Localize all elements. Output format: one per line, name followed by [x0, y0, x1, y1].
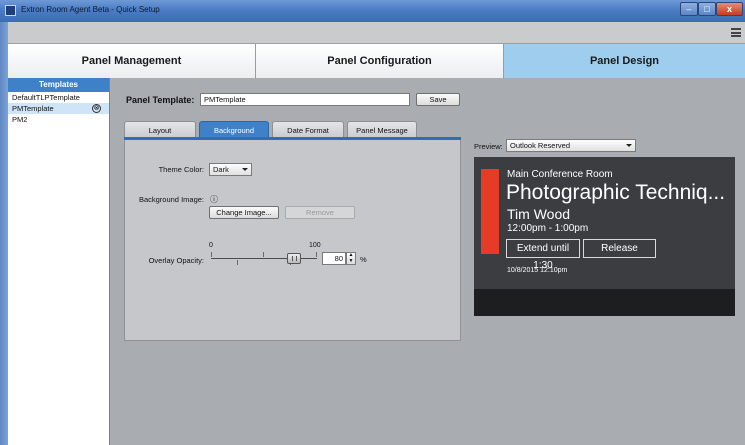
menu-icon[interactable]	[731, 28, 741, 37]
preview-room-name: Main Conference Room	[507, 169, 613, 180]
window-title-bar: Extron Room Agent Beta - Quick Setup – □…	[0, 0, 745, 22]
tab-panel-message[interactable]: Panel Message	[347, 121, 417, 138]
template-item-default[interactable]: DefaultTLPTemplate	[8, 92, 109, 103]
tab-panel-configuration[interactable]: Panel Configuration	[256, 44, 504, 78]
overlay-opacity-input[interactable]: 80	[322, 252, 346, 265]
slider-max-label: 100	[309, 242, 321, 249]
stepper-down-icon[interactable]: ▼	[347, 258, 355, 265]
change-image-button[interactable]: Change Image...	[209, 206, 279, 219]
tab-panel-management[interactable]: Panel Management	[8, 44, 256, 78]
preview-meeting-title: Photographic Techniq...	[506, 181, 726, 204]
background-image-label: Background Image:	[138, 195, 204, 204]
info-icon[interactable]: ⓘ	[210, 194, 218, 205]
overlay-opacity-slider[interactable]	[211, 258, 317, 259]
window-frame-edge	[0, 22, 8, 445]
tab-panel-design[interactable]: Panel Design	[504, 44, 745, 78]
maximize-button[interactable]: □	[698, 2, 716, 16]
tab-date-format[interactable]: Date Format	[272, 121, 344, 138]
slider-thumb[interactable]	[287, 253, 301, 264]
template-item-pmtemplate[interactable]: PMTemplate ⊗	[8, 103, 109, 114]
app-icon	[5, 5, 16, 16]
preview-label: Preview:	[474, 142, 503, 151]
templates-header: Templates	[8, 78, 109, 92]
panel-preview: Main Conference Room Photographic Techni…	[474, 157, 735, 316]
percent-label: %	[360, 255, 367, 264]
slider-tick	[237, 260, 238, 265]
opacity-stepper[interactable]: ▲ ▼	[346, 252, 356, 265]
preview-select-value: Outlook Reserved	[510, 141, 571, 150]
template-item-pm2[interactable]: PM2	[8, 114, 109, 125]
release-button[interactable]: Release	[583, 239, 656, 258]
room-status-indicator	[481, 169, 499, 254]
minimize-button[interactable]: –	[680, 2, 698, 16]
preview-footer-bar	[474, 289, 735, 316]
chevron-down-icon	[626, 144, 632, 147]
preview-select[interactable]: Outlook Reserved	[506, 139, 636, 152]
slider-tick	[263, 252, 264, 257]
theme-color-select[interactable]: Dark	[209, 163, 252, 176]
template-item-label: DefaultTLPTemplate	[12, 93, 80, 102]
window-title: Extron Room Agent Beta - Quick Setup	[21, 5, 160, 14]
tab-layout[interactable]: Layout	[124, 121, 196, 138]
main-tabs: Panel Management Panel Configuration Pan…	[8, 44, 745, 78]
preview-organizer: Tim Wood	[507, 206, 571, 222]
template-item-label: PMTemplate	[12, 104, 54, 113]
preview-datetime: 10/8/2015 12:10pm	[507, 267, 568, 274]
delete-icon[interactable]: ⊗	[92, 104, 101, 113]
templates-sidebar: Templates DefaultTLPTemplate PMTemplate …	[8, 78, 110, 445]
remove-button[interactable]: Remove	[285, 206, 355, 219]
preview-time-range: 12:00pm - 1:00pm	[507, 223, 589, 234]
slider-tick	[211, 252, 212, 257]
slider-min-label: 0	[209, 242, 213, 249]
overlay-opacity-label: Overlay Opacity:	[148, 256, 204, 265]
tab-background[interactable]: Background	[199, 121, 269, 138]
close-button[interactable]: x	[716, 2, 743, 16]
save-button[interactable]: Save	[416, 93, 460, 106]
chevron-down-icon	[242, 168, 248, 171]
theme-color-value: Dark	[213, 165, 229, 174]
panel-template-label: Panel Template:	[126, 95, 195, 105]
theme-color-label: Theme Color:	[158, 165, 204, 174]
slider-tick	[316, 252, 317, 257]
template-item-label: PM2	[12, 115, 28, 124]
panel-template-input[interactable]: PMTemplate	[200, 93, 410, 106]
toolbar	[8, 22, 745, 44]
extend-meeting-button[interactable]: Extend until 1:30	[506, 239, 580, 271]
